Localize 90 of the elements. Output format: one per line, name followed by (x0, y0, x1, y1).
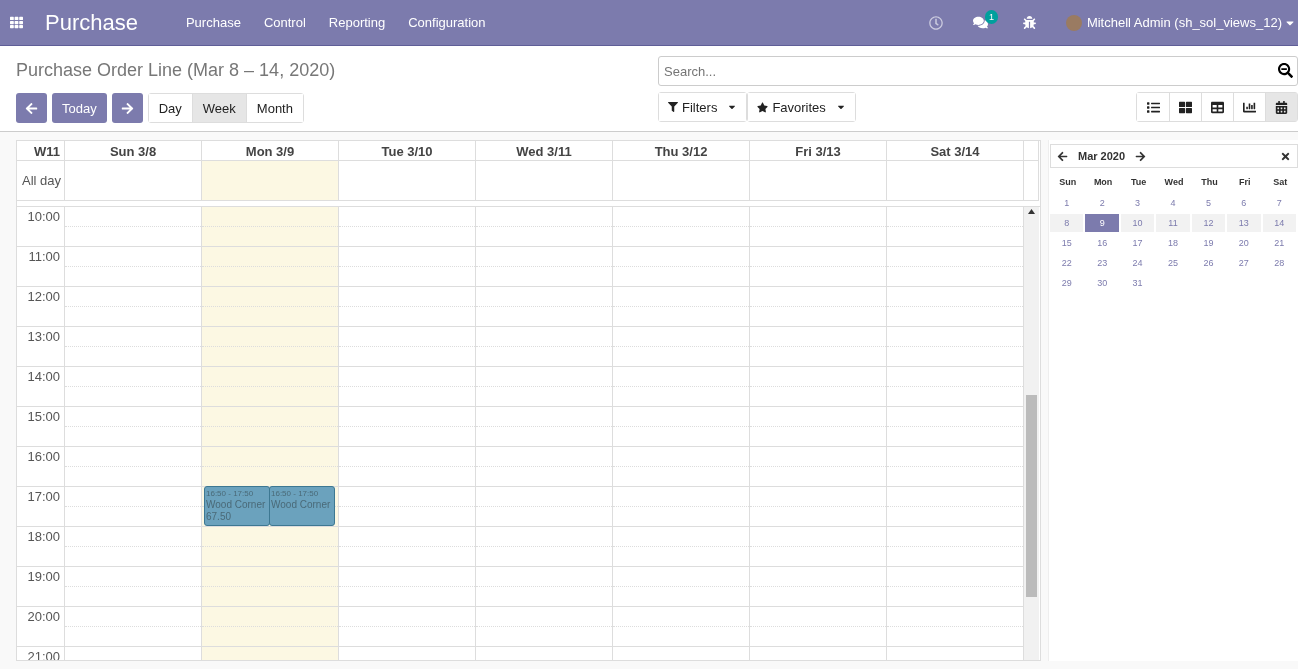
scale-tab[interactable]: Month (245, 94, 303, 122)
filter-icon (668, 102, 678, 112)
chat-icon[interactable] (972, 15, 988, 30)
date-cell[interactable]: 1 (1050, 194, 1084, 212)
user-menu[interactable]: Mitchell Admin (sh_sol_views_12) (1086, 15, 1282, 30)
date-cell[interactable]: 21 (1262, 234, 1296, 252)
weekday-label: Mon (1092, 176, 1114, 189)
star-icon (757, 101, 769, 113)
menu-item[interactable]: Purchase (185, 15, 241, 30)
page-title: Purchase Order Line (Mar 8 – 14, 2020) (16, 60, 337, 81)
weekday-label: Sun (1058, 176, 1078, 189)
date-cell[interactable]: 17 (1120, 234, 1155, 252)
calendar-icon (1275, 100, 1288, 114)
date-cell[interactable]: 7 (1262, 194, 1296, 212)
pivot-icon (1211, 100, 1224, 114)
date-cell[interactable]: 23 (1085, 254, 1119, 272)
date-cell[interactable]: 26 (1191, 254, 1226, 272)
date-cell[interactable]: 18 (1156, 234, 1190, 252)
date-cell[interactable]: 2 (1085, 194, 1119, 212)
close-icon[interactable] (1280, 150, 1291, 162)
date-cell[interactable]: 31 (1120, 274, 1155, 292)
date-cell[interactable]: 27 (1227, 254, 1261, 272)
time-label: 20:00 (17, 607, 64, 647)
time-label: 17:00 (17, 487, 64, 527)
weekday-label: Wed (1163, 176, 1185, 189)
weekday-label: Tue (1129, 176, 1148, 189)
date-cell[interactable]: 14 (1262, 214, 1296, 232)
date-cell[interactable]: 3 (1120, 194, 1155, 212)
calendar-event[interactable]: 16:50 - 17:50 Wood Corner 67.50 (204, 486, 270, 526)
scrollbar[interactable] (1024, 207, 1039, 660)
kanban-icon (1179, 100, 1192, 114)
weekday-label: Thu (1200, 176, 1219, 189)
time-label: 10:00 (17, 207, 64, 247)
previous-month-icon[interactable] (1057, 150, 1068, 162)
weekday-label: Sat (1272, 176, 1289, 189)
notification-badge: 1 (984, 9, 998, 24)
menu-item[interactable]: Configuration (408, 15, 486, 30)
calendar-event[interactable]: 16:50 - 17:50 Wood Corner (269, 486, 335, 526)
time-label: 14:00 (17, 367, 64, 407)
scroll-thumb[interactable] (1026, 395, 1037, 597)
date-cell[interactable]: 6 (1227, 194, 1261, 212)
date-cell[interactable]: 4 (1156, 194, 1190, 212)
date-cell[interactable]: 30 (1085, 274, 1119, 292)
menu-item[interactable]: Control (263, 15, 306, 30)
date-cell[interactable]: 13 (1227, 214, 1261, 232)
date-cell[interactable]: 10 (1120, 214, 1155, 232)
search-icon[interactable] (1278, 63, 1293, 78)
arrow-left-icon (25, 101, 38, 115)
date-cell[interactable]: 28 (1262, 254, 1296, 272)
search-field[interactable]: Search... (658, 56, 1298, 86)
time-label: 13:00 (17, 327, 64, 367)
date-cell[interactable]: 11 (1156, 214, 1190, 232)
date-cell[interactable]: 25 (1156, 254, 1190, 272)
today-button[interactable]: Today (52, 93, 107, 123)
date-cell[interactable]: 20 (1227, 234, 1261, 252)
time-label: 16:00 (17, 447, 64, 487)
user-avatar (1065, 14, 1082, 31)
previous-button[interactable] (16, 93, 47, 123)
favorites-button[interactable]: Favorites (748, 93, 855, 121)
time-label: 19:00 (17, 567, 64, 607)
time-label: 15:00 (17, 407, 64, 447)
date-cell[interactable]: 9 (1085, 214, 1119, 232)
apps-menu-icon[interactable] (10, 16, 23, 29)
next-month-icon[interactable] (1135, 150, 1147, 162)
date-cell[interactable]: 5 (1191, 194, 1226, 212)
month-title: Mar 2020 (1078, 150, 1126, 162)
date-cell[interactable]: 15 (1050, 234, 1084, 252)
scroll-up-icon[interactable] (1028, 209, 1035, 214)
graph-icon (1243, 100, 1256, 114)
scale-tab[interactable]: Week (191, 94, 246, 122)
date-cell[interactable]: 8 (1050, 214, 1084, 232)
time-label: 11:00 (17, 247, 64, 287)
date-cell[interactable]: 29 (1050, 274, 1084, 292)
arrow-right-icon (120, 101, 134, 115)
time-label: 12:00 (17, 287, 64, 327)
list-icon (1146, 100, 1160, 114)
weekday-label: Fri (1238, 176, 1252, 189)
time-label: 18:00 (17, 527, 64, 567)
next-button[interactable] (111, 93, 143, 123)
app-title: Purchase (45, 9, 138, 36)
bug-icon[interactable] (1022, 16, 1036, 29)
calendar-view-button[interactable] (1265, 93, 1297, 121)
filters-button[interactable]: Filters (659, 93, 747, 121)
all-day-label: All day (17, 161, 65, 201)
date-cell[interactable]: 22 (1050, 254, 1084, 272)
date-cell[interactable]: 16 (1085, 234, 1119, 252)
date-cell[interactable]: 24 (1120, 254, 1155, 272)
menu-item[interactable]: Reporting (328, 15, 386, 30)
date-cell[interactable]: 19 (1191, 234, 1226, 252)
date-cell[interactable]: 12 (1191, 214, 1226, 232)
